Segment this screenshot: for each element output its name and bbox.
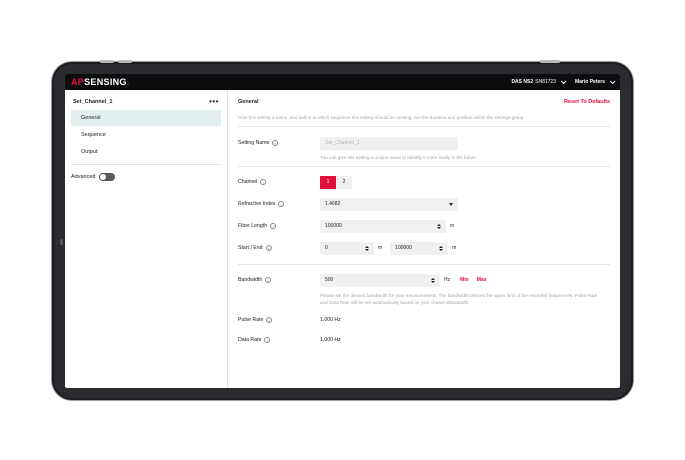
pulse-rate-value: 1,000 Hz: [320, 317, 341, 323]
pulse-rate-label: Pulse Rate i: [238, 317, 320, 323]
panel-description: Give this setting a name, and define in …: [238, 115, 525, 120]
settings-panel: General Reset To Defaults Give this sett…: [228, 90, 620, 388]
info-icon[interactable]: i: [260, 179, 267, 185]
advanced-toggle-row: Advanced: [71, 173, 221, 181]
chevron-down-icon: [560, 78, 567, 85]
info-icon[interactable]: i: [270, 223, 277, 229]
settings-sidebar: Set_Channel_1 ••• General Sequence Outpu…: [65, 90, 228, 388]
info-icon[interactable]: i: [272, 140, 279, 146]
info-icon[interactable]: i: [265, 245, 272, 251]
bandwidth-value: 500: [325, 277, 334, 283]
setting-title: Set_Channel_1: [73, 99, 113, 105]
sidebar-item-sequence[interactable]: Sequence: [71, 127, 221, 143]
sidebar-item-output[interactable]: Output: [71, 144, 221, 160]
info-icon[interactable]: i: [266, 317, 273, 323]
info-icon[interactable]: i: [265, 277, 272, 283]
device-serial: SN81723: [535, 79, 556, 85]
end-input[interactable]: 100000: [390, 241, 449, 255]
end-value: 100000: [395, 245, 412, 251]
bandwidth-input[interactable]: 500: [320, 273, 440, 287]
app-screen: APSENSING. DAS NS2 SN81723 Mario Peters …: [65, 74, 620, 388]
user-name: Mario Peters: [574, 79, 605, 85]
channel-option-2[interactable]: 2: [336, 175, 352, 189]
user-menu[interactable]: Mario Peters: [574, 78, 616, 85]
divider: [238, 264, 610, 265]
refractive-index-value: 1.4682: [325, 201, 341, 207]
start-input[interactable]: 0: [320, 241, 374, 255]
refractive-index-label: Refractive Index i: [238, 201, 320, 207]
bandwidth-label: Bandwidth i: [238, 277, 320, 283]
bandwidth-max-button[interactable]: Max: [477, 277, 487, 283]
start-value: 0: [325, 245, 328, 251]
more-icon[interactable]: •••: [209, 98, 219, 106]
data-rate-label: Data Rate i: [238, 337, 320, 343]
tablet-button: [540, 60, 560, 63]
tablet-button: [118, 60, 132, 63]
divider: [238, 166, 610, 167]
channel-label: Channel i: [238, 179, 320, 185]
divider: [71, 164, 221, 165]
spinner-icon[interactable]: [431, 277, 435, 283]
spinner-icon[interactable]: [439, 245, 444, 251]
tablet-camera: [60, 239, 63, 245]
device-selector[interactable]: DAS NS2 SN81723: [511, 78, 567, 85]
setting-name-label: Setting Name i: [238, 140, 320, 146]
spinner-icon[interactable]: [437, 223, 441, 229]
advanced-label: Advanced: [71, 174, 96, 180]
device-model: DAS NS2: [511, 79, 534, 85]
start-unit: m: [378, 245, 383, 251]
refractive-index-select[interactable]: 1.4682: [320, 197, 458, 211]
ap-sensing-logo[interactable]: APSENSING.: [71, 77, 130, 87]
panel-title: General: [238, 99, 259, 105]
info-icon[interactable]: i: [278, 201, 285, 207]
sidebar-item-general[interactable]: General: [71, 110, 221, 126]
advanced-toggle[interactable]: [99, 173, 116, 181]
bandwidth-min-button[interactable]: Min: [460, 277, 469, 283]
spinner-icon[interactable]: [365, 245, 369, 251]
fiber-length-value: 100000: [325, 223, 342, 229]
start-end-label: Start / End i: [238, 245, 320, 251]
setting-name-input[interactable]: Set_Channel_1: [320, 136, 458, 150]
reset-defaults-button[interactable]: Reset To Defaults: [564, 99, 610, 105]
top-bar: APSENSING. DAS NS2 SN81723 Mario Peters: [65, 74, 620, 90]
channel-selector: 1 2: [320, 175, 352, 189]
fiber-length-unit: m: [450, 223, 455, 229]
setting-name-hint: You can give this setting a unique name …: [320, 155, 478, 160]
fiber-length-label: Fiber Length i: [238, 223, 320, 229]
channel-option-1[interactable]: 1: [320, 175, 336, 189]
chevron-down-icon: [609, 78, 616, 85]
bandwidth-hint: Please set the desired bandwidth for you…: [320, 293, 598, 305]
caret-down-icon: [449, 202, 453, 206]
fiber-length-input[interactable]: 100000: [320, 219, 446, 233]
bandwidth-unit: Hz: [444, 277, 451, 283]
info-icon[interactable]: i: [264, 337, 271, 343]
data-rate-value: 1,000 Hz: [320, 337, 341, 343]
tablet-button: [100, 60, 114, 63]
tablet-frame: APSENSING. DAS NS2 SN81723 Mario Peters …: [52, 60, 633, 400]
end-unit: m: [452, 245, 457, 251]
divider: [238, 126, 610, 127]
